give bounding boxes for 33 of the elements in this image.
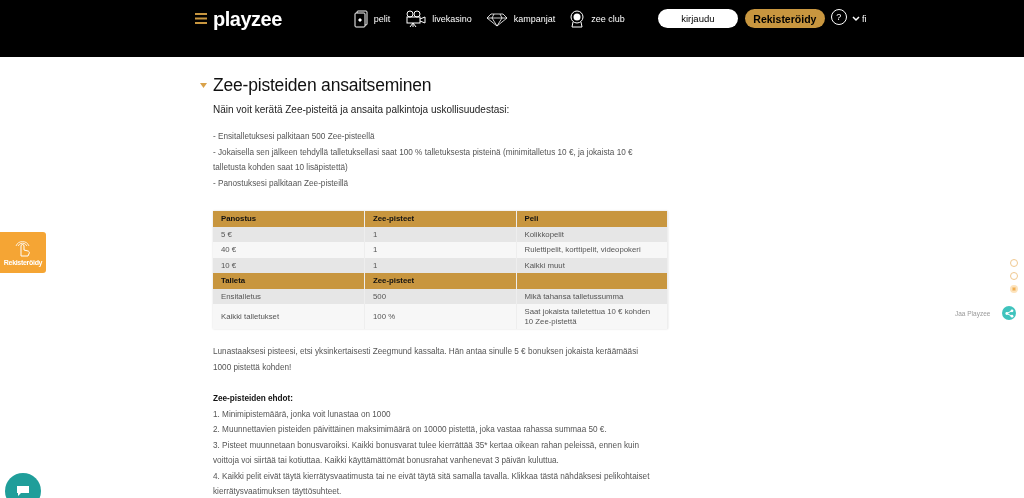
- terms-heading: Zee-pisteiden ehdot:: [213, 393, 295, 405]
- terms-item: 4. Kaikki pelit eivät täytä kierrätysvaatimusta tai ne eivät täytä sitä samalla tavalla. Klikkaa tästä nähdäksesi pelikohtaiset kierrätysvaatimuksen täyttösuhteet.: [213, 470, 651, 498]
- page-dot[interactable]: [1010, 285, 1018, 293]
- list-item: - Panostuksesi palkitaan Zee-pisteillä: [213, 177, 350, 190]
- cards-icon: [353, 10, 368, 28]
- section-title: Zee-pisteiden ansaitseminen: [213, 75, 432, 96]
- hand-icon: [15, 239, 31, 257]
- page-dot[interactable]: [1010, 259, 1018, 267]
- terms-item: 1. Minimipistemäärä, jonka voit lunastaa on 1000: [213, 408, 392, 421]
- paragraph: Lunastaaksesi pisteesi, etsi yksinkertaisesti Zeegmund kassalta. Hän antaa sinulle 5 € bonuksen jokaista keräämääsi 1000 pistettä kohden!: [213, 346, 640, 374]
- register-button[interactable]: Rekisteröidy: [744, 9, 825, 28]
- terms-item: 2. Muunnettavien pisteiden päivittäinen maksimimäärä on 10000 pistettä, joka vastaa rahassa summaa 50 €.: [213, 424, 608, 436]
- share-button[interactable]: [1002, 306, 1017, 320]
- language-selector[interactable]: fi: [846, 9, 867, 28]
- chat-icon: [16, 485, 30, 497]
- diamond-icon: [485, 11, 508, 27]
- nav-link[interactable]: zee club: [569, 10, 625, 28]
- list-item: - Jokaisella sen jälkeen tehdyllä talletuksellasi saat 100 % talletuksesta pisteinä (minimitalletus 10 €, ja jokaista 10 € talletusta kohden saat 10 lisäpistettä): [213, 146, 634, 174]
- terms-item: 3. Pisteet muunnetaan bonusvaroiksi. Kaikki bonusvarat tulee kierrättää 35* kertaa oikean rahan peleissä, ennen kuin voittoja voi siirtää tai kotiuttaa. Kaikki käyttämättömät bonusrahat vanhenevat 3 päivän kuluttua.: [213, 439, 640, 467]
- menu-icon[interactable]: [195, 13, 207, 24]
- chevron-down-icon: [851, 15, 860, 22]
- share-icon: [1004, 308, 1014, 318]
- caret-icon[interactable]: [200, 83, 207, 88]
- badge-icon: [569, 10, 586, 28]
- logo[interactable]: playzee: [213, 9, 282, 29]
- nav-link[interactable]: kampanjat: [485, 10, 556, 28]
- nav-link[interactable]: pelit: [353, 10, 391, 28]
- list-item: - Ensitalletuksesi palkitaan 500 Zee-pisteellä: [213, 131, 376, 143]
- page-dot[interactable]: [1010, 272, 1018, 280]
- nav-link[interactable]: livekasino: [404, 10, 472, 28]
- intro-text: Näin voit kerätä Zee-pisteitä ja ansaita palkintoja uskollisuudestasi:: [213, 104, 511, 115]
- login-button[interactable]: kirjaudu: [657, 9, 738, 28]
- movie-camera-icon: [404, 10, 427, 28]
